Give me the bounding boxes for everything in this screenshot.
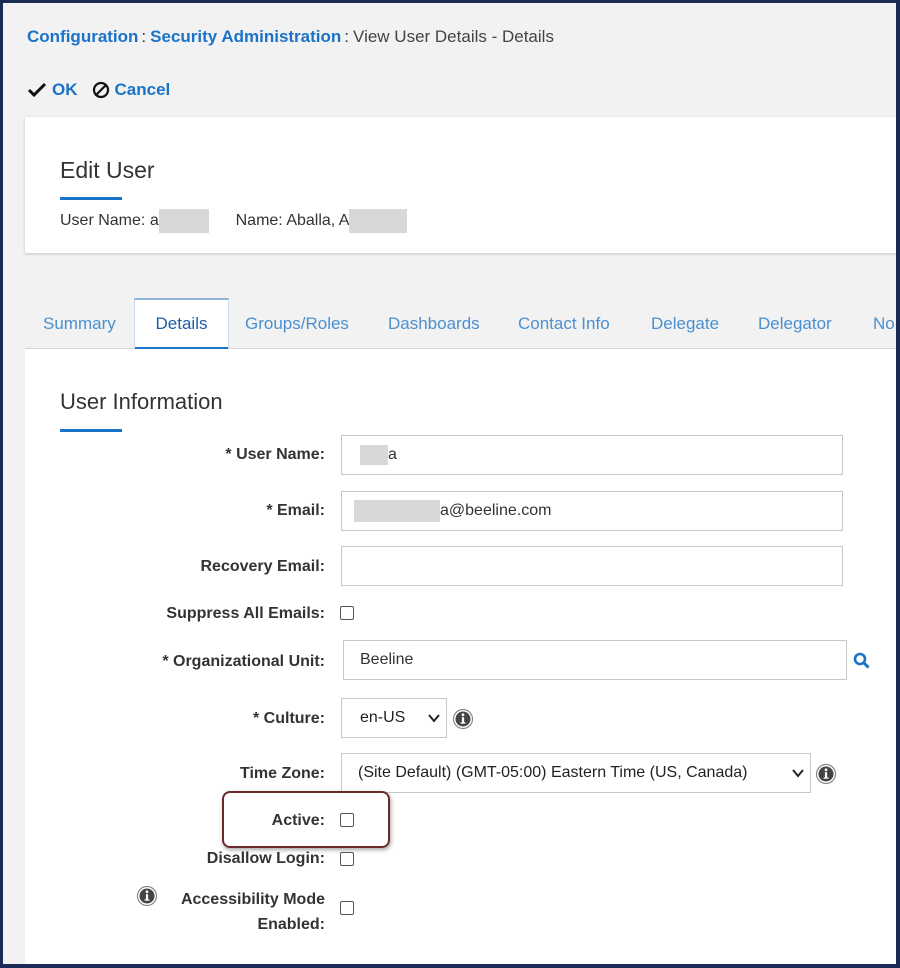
accessibility-mode-label: Accessibility Mode Enabled: bbox=[181, 887, 325, 937]
accessibility-mode-label-line1: Accessibility Mode bbox=[180, 891, 325, 908]
user-name-label: User Name: bbox=[60, 212, 146, 230]
user-name-field-label: * User Name: bbox=[225, 446, 325, 463]
toolbar: OK Cancel bbox=[27, 80, 184, 100]
accessibility-info-icon[interactable] bbox=[136, 885, 158, 907]
email-input-value: a@beeline.com bbox=[440, 502, 552, 519]
tab-summary[interactable]: Summary bbox=[43, 298, 116, 348]
active-checkbox[interactable] bbox=[340, 813, 354, 827]
suppress-emails-label: Suppress All Emails: bbox=[166, 605, 325, 622]
details-panel: User Information * User Name: a * Email:… bbox=[25, 349, 896, 964]
disallow-login-checkbox[interactable] bbox=[340, 852, 354, 866]
org-unit-value: Beeline bbox=[360, 651, 414, 668]
app-window: Configuration: Security Administration: Vi… bbox=[3, 3, 896, 964]
user-meta: User Name: a Name: Aballa, A bbox=[60, 209, 408, 233]
culture-info-icon[interactable] bbox=[452, 708, 474, 730]
breadcrumb-configuration[interactable]: Configuration bbox=[27, 27, 138, 46]
breadcrumb-security-administration[interactable]: Security Administration bbox=[150, 27, 341, 46]
redacted-user-name bbox=[158, 209, 209, 233]
accessibility-mode-checkbox[interactable] bbox=[340, 901, 354, 915]
tab-groups-roles[interactable]: Groups/Roles bbox=[245, 298, 349, 348]
cancel-label: Cancel bbox=[114, 80, 171, 99]
recovery-email-input[interactable] bbox=[341, 546, 843, 586]
user-name-input[interactable]: a bbox=[341, 435, 843, 475]
breadcrumb-separator: : bbox=[141, 27, 147, 46]
name-value: Aballa, A bbox=[286, 212, 350, 230]
user-header-card: Edit User User Name: a Name: Aballa, A bbox=[25, 117, 896, 253]
section-underline bbox=[60, 429, 122, 432]
breadcrumb: Configuration: Security Administration: Vi… bbox=[27, 27, 554, 47]
culture-select[interactable]: en-US bbox=[341, 698, 447, 738]
recovery-email-label: Recovery Email: bbox=[200, 558, 325, 575]
user-name-input-value: a bbox=[388, 446, 397, 463]
chevron-down-icon bbox=[428, 714, 440, 723]
tab-notifications-truncated[interactable]: No bbox=[873, 298, 895, 348]
name-label: Name: bbox=[235, 212, 283, 230]
cancel-button[interactable]: Cancel bbox=[92, 80, 171, 100]
time-zone-select[interactable]: (Site Default) (GMT-05:00) Eastern Time … bbox=[341, 753, 811, 793]
chevron-down-icon bbox=[792, 769, 804, 778]
disallow-login-label: Disallow Login: bbox=[206, 850, 325, 867]
email-input[interactable]: a@beeline.com bbox=[341, 491, 843, 531]
active-label: Active: bbox=[271, 812, 325, 829]
redacted-user-name-value bbox=[360, 445, 388, 465]
accessibility-mode-label-line2: Enabled: bbox=[257, 916, 325, 933]
org-unit-input[interactable]: Beeline bbox=[343, 640, 847, 680]
culture-label: * Culture: bbox=[253, 710, 325, 727]
email-field-label: * Email: bbox=[266, 502, 325, 519]
tab-dashboards[interactable]: Dashboards bbox=[388, 298, 480, 348]
time-zone-label: Time Zone: bbox=[239, 765, 325, 782]
user-name-value: a bbox=[149, 212, 159, 230]
ok-button[interactable]: OK bbox=[27, 80, 78, 100]
page-title: Edit User bbox=[60, 157, 155, 183]
title-underline bbox=[60, 197, 122, 200]
time-zone-value: (Site Default) (GMT-05:00) Eastern Time … bbox=[358, 764, 748, 781]
suppress-emails-checkbox[interactable] bbox=[340, 606, 354, 620]
ok-label: OK bbox=[52, 80, 78, 99]
tab-details[interactable]: Details bbox=[134, 298, 229, 349]
time-zone-info-icon[interactable] bbox=[815, 763, 837, 785]
tab-delegate[interactable]: Delegate bbox=[651, 298, 719, 348]
tab-contact-info[interactable]: Contact Info bbox=[518, 298, 610, 348]
section-title: User Information bbox=[60, 389, 223, 414]
tab-delegator[interactable]: Delegator bbox=[758, 298, 832, 348]
search-icon[interactable] bbox=[853, 652, 871, 670]
redacted-email-prefix bbox=[354, 500, 440, 522]
redacted-name bbox=[349, 209, 408, 233]
breadcrumb-current: View User Details - Details bbox=[353, 27, 554, 46]
org-unit-label: * Organizational Unit: bbox=[162, 653, 325, 670]
culture-value: en-US bbox=[360, 709, 406, 726]
tab-bar: Summary Details Groups/Roles Dashboards … bbox=[25, 298, 896, 349]
checkmark-icon bbox=[27, 82, 47, 98]
breadcrumb-separator: : bbox=[344, 27, 350, 46]
cancel-circle-icon bbox=[92, 81, 109, 99]
